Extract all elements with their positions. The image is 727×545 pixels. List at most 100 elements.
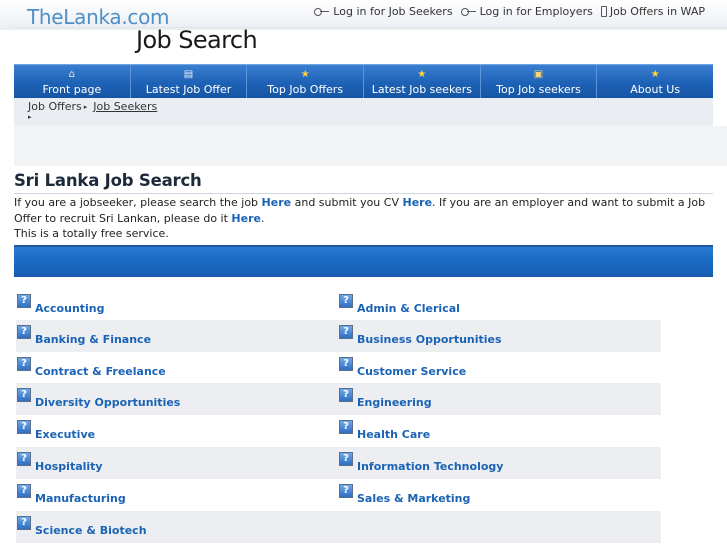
- nav-item-front-page[interactable]: ⌂ Front page: [14, 65, 131, 98]
- job-offers-wap-label: Job Offers in WAP: [609, 5, 705, 18]
- nav-label: Latest Job Offer: [145, 83, 232, 96]
- category-row: ? Executive ? Health Care: [16, 415, 661, 447]
- category-label: Health Care: [357, 428, 431, 441]
- key-icon: [314, 7, 330, 16]
- free-service-note: This is a totally free service.: [14, 227, 169, 240]
- category-science-biotech[interactable]: ? Science & Biotech: [17, 511, 147, 543]
- help-icon: ?: [339, 357, 353, 371]
- category-row: ? Science & Biotech: [16, 511, 661, 543]
- site-header: TheLanka.com Job Search Log in for Job S…: [0, 0, 727, 64]
- category-label: Banking & Finance: [35, 333, 152, 346]
- login-employers-link[interactable]: Log in for Employers: [460, 5, 593, 18]
- nav-item-about-us[interactable]: ★ About Us: [597, 65, 713, 98]
- login-job-seekers-link[interactable]: Log in for Job Seekers: [314, 5, 453, 18]
- category-engineering[interactable]: ? Engineering: [339, 383, 432, 415]
- category-accounting[interactable]: ? Accounting: [17, 289, 105, 321]
- submit-cv-link[interactable]: Here: [402, 196, 432, 209]
- category-row: ? Hospitality ? Information Technology: [16, 447, 661, 479]
- breadcrumb-arrow-icon: ▸: [83, 102, 88, 111]
- phone-icon: [600, 6, 607, 17]
- category-sales-marketing[interactable]: ? Sales & Marketing: [339, 479, 470, 511]
- help-icon: ?: [17, 294, 31, 308]
- intro-text-1: If you are a jobseeker, please search th…: [14, 196, 262, 209]
- submit-job-offer-link[interactable]: Here: [231, 212, 261, 225]
- spacer-band: [14, 126, 727, 166]
- category-row: ? Manufacturing ? Sales & Marketing: [16, 479, 661, 511]
- intro-text-4: .: [260, 211, 265, 225]
- category-admin-clerical[interactable]: ? Admin & Clerical: [339, 289, 460, 321]
- category-information-technology[interactable]: ? Information Technology: [339, 447, 503, 479]
- help-icon: ?: [17, 325, 31, 339]
- category-label: Science & Biotech: [35, 524, 147, 537]
- nav-label: Latest Job seekers: [371, 83, 472, 96]
- category-label: Contract & Freelance: [35, 365, 166, 378]
- help-icon: ?: [339, 294, 353, 308]
- breadcrumb-job-seekers[interactable]: Job Seekers: [93, 100, 157, 113]
- title-divider: [14, 193, 713, 194]
- category-executive[interactable]: ? Executive: [17, 415, 95, 447]
- main-nav: ⌂ Front page ▤ Latest Job Offer ★ Top Jo…: [14, 64, 713, 98]
- help-icon: ?: [17, 484, 31, 498]
- help-icon: ?: [339, 452, 353, 466]
- help-icon: ?: [339, 325, 353, 339]
- category-banking-finance[interactable]: ? Banking & Finance: [17, 320, 151, 352]
- page-title: Sri Lanka Job Search: [14, 171, 202, 190]
- header-divider: [14, 27, 727, 28]
- search-job-link[interactable]: Here: [262, 196, 292, 209]
- nav-item-top-job-seekers[interactable]: ▣ Top Job seekers: [481, 65, 598, 98]
- top-links: Log in for Job Seekers Log in for Employ…: [314, 5, 705, 18]
- breadcrumb: Job Offers ▸ Job Seekers: [28, 100, 157, 113]
- folder-icon: ▣: [533, 69, 544, 80]
- category-label: Diversity Opportunities: [35, 396, 181, 409]
- category-diversity-opportunities[interactable]: ? Diversity Opportunities: [17, 383, 180, 415]
- help-icon: ?: [17, 452, 31, 466]
- help-icon: ?: [17, 516, 31, 530]
- help-icon: ?: [17, 388, 31, 402]
- category-row: ? Diversity Opportunities ? Engineering: [16, 383, 661, 415]
- category-label: Hospitality: [35, 460, 103, 473]
- category-hospitality[interactable]: ? Hospitality: [17, 447, 103, 479]
- category-row: ? Accounting ? Admin & Clerical: [16, 289, 661, 321]
- help-icon: ?: [339, 388, 353, 402]
- help-icon: ?: [17, 357, 31, 371]
- breadcrumb-bar: Job Offers ▸ Job Seekers ▸: [14, 98, 713, 126]
- category-label: Admin & Clerical: [357, 302, 460, 315]
- category-label: Sales & Marketing: [357, 492, 471, 505]
- category-customer-service[interactable]: ? Customer Service: [339, 352, 466, 384]
- document-icon: ▤: [183, 69, 194, 80]
- nav-label: About Us: [630, 83, 681, 96]
- category-row: ? Banking & Finance ? Business Opportuni…: [16, 320, 661, 352]
- nav-label: Top Job Offers: [267, 83, 344, 96]
- help-icon: ?: [339, 484, 353, 498]
- help-icon: ?: [17, 420, 31, 434]
- site-title: Job Search: [136, 26, 258, 54]
- category-health-care[interactable]: ? Health Care: [339, 415, 430, 447]
- job-offers-wap-link[interactable]: Job Offers in WAP: [600, 5, 705, 18]
- category-business-opportunities[interactable]: ? Business Opportunities: [339, 320, 502, 352]
- nav-item-latest-job-seekers[interactable]: ★ Latest Job seekers: [364, 65, 481, 98]
- intro-text: If you are a jobseeker, please search th…: [14, 195, 713, 242]
- category-label: Engineering: [357, 396, 432, 409]
- category-label: Business Opportunities: [357, 333, 502, 346]
- category-label: Accounting: [35, 302, 105, 315]
- category-row: ? Contract & Freelance ? Customer Servic…: [16, 352, 661, 384]
- key-icon: [460, 7, 477, 16]
- nav-label: Front page: [42, 83, 102, 96]
- nav-item-top-job-offers[interactable]: ★ Top Job Offers: [247, 65, 365, 98]
- breadcrumb-arrow-icon: ▸: [28, 113, 32, 121]
- category-contract-freelance[interactable]: ? Contract & Freelance: [17, 352, 166, 384]
- breadcrumb-job-offers[interactable]: Job Offers: [28, 100, 82, 113]
- nav-label: Top Job seekers: [496, 83, 581, 96]
- login-job-seekers-label: Log in for Job Seekers: [333, 5, 453, 18]
- house-icon: ⌂: [68, 69, 76, 80]
- category-label: Executive: [35, 428, 96, 441]
- star-icon: ★: [417, 69, 427, 80]
- categories-header-bar: [14, 245, 713, 277]
- help-icon: ?: [339, 420, 353, 434]
- star-icon: ★: [650, 69, 660, 80]
- category-label: Information Technology: [357, 460, 504, 473]
- category-label: Manufacturing: [35, 492, 126, 505]
- intro-text-2: and submit you CV: [291, 196, 403, 209]
- category-manufacturing[interactable]: ? Manufacturing: [17, 479, 126, 511]
- nav-item-latest-job-offer[interactable]: ▤ Latest Job Offer: [131, 65, 248, 98]
